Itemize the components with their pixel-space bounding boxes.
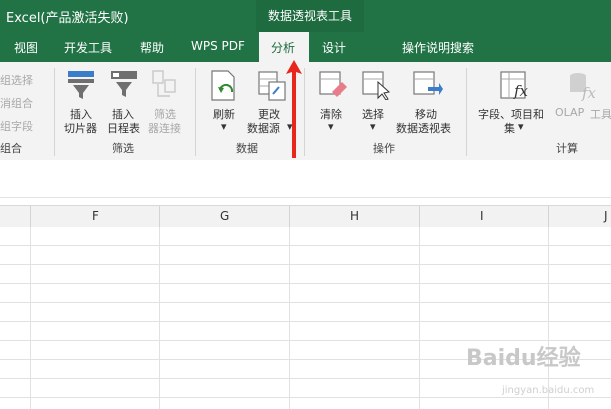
column-divider (548, 206, 549, 227)
svg-text:fx: fx (581, 84, 597, 102)
column-divider (159, 206, 160, 227)
column-header-h[interactable]: H (350, 209, 359, 223)
fields-items-dropdown-caret[interactable]: ▾ (518, 120, 524, 133)
grid-line (159, 227, 160, 409)
tab-developer[interactable]: 开发工具 (64, 39, 112, 56)
select-dropdown-caret[interactable]: ▾ (370, 120, 376, 133)
tab-design[interactable]: 设计 (322, 39, 346, 56)
grid-line (0, 245, 611, 246)
group-separator (466, 68, 467, 156)
column-divider (419, 206, 420, 227)
watermark-brand-suffix: 经验 (536, 346, 581, 371)
change-data-source-label-2: 数据源 (247, 122, 280, 135)
baidu-watermark: Baidu经验 (466, 340, 581, 372)
group-label-data: 数据 (236, 142, 258, 155)
tell-me-search[interactable]: 操作说明搜索 (402, 39, 474, 56)
grid-line (0, 378, 611, 379)
grid-line (0, 321, 611, 322)
annotation-arrow-icon (286, 60, 302, 158)
column-header-j[interactable]: J (604, 209, 608, 223)
column-header-i[interactable]: I (480, 209, 484, 223)
ungroup-button[interactable]: 消组合 (0, 95, 33, 111)
grid-line (0, 264, 611, 265)
select-icon (362, 71, 391, 100)
group-field-button[interactable]: 组字段 (0, 118, 33, 134)
grid-line (548, 227, 549, 409)
window-title: Excel(产品激活失败) (6, 11, 129, 26)
group-label-filter: 筛选 (112, 142, 134, 155)
column-divider (30, 206, 31, 227)
context-tab-group: 数据透视表工具 (256, 0, 364, 32)
title-bar: Excel(产品激活失败) 数据透视表工具 (0, 0, 611, 32)
svg-text:fx: fx (513, 82, 529, 100)
refresh-dropdown-caret[interactable]: ▾ (221, 120, 227, 133)
group-separator (54, 68, 55, 156)
move-pivot-icon (413, 71, 443, 95)
tab-analyze-label: 分析 (271, 41, 296, 55)
context-tab-group-label: 数据透视表工具 (268, 9, 353, 23)
grid-line (0, 283, 611, 284)
column-header-row: F G H I J (0, 205, 611, 228)
timeline-icon (111, 71, 137, 97)
change-source-icon (258, 71, 286, 101)
grid-line (0, 397, 611, 398)
worksheet-grid[interactable] (0, 227, 611, 409)
tab-help[interactable]: 帮助 (140, 39, 164, 56)
fields-items-sets-label-2: 集 (504, 122, 515, 135)
group-separator (195, 68, 196, 156)
formula-bar-area (0, 160, 611, 198)
column-header-f[interactable]: F (92, 209, 99, 223)
column-divider (289, 206, 290, 227)
insert-slicer-label-2: 切片器 (64, 122, 97, 135)
tab-view[interactable]: 视图 (14, 39, 38, 56)
tab-wps-pdf[interactable]: WPS PDF (191, 39, 245, 53)
grid-line (419, 227, 420, 409)
clear-icon (319, 71, 347, 97)
insert-timeline-label-2: 日程表 (107, 122, 140, 135)
olap-tools-button[interactable]: OLAP (555, 106, 584, 119)
group-label-actions: 操作 (373, 142, 395, 155)
watermark-brand: Baidu (466, 346, 537, 371)
column-header-g[interactable]: G (220, 209, 229, 223)
group-label-combine: 组合 (0, 142, 22, 155)
fields-items-sets-icon: fx (500, 71, 529, 100)
group-label-calculations: 计算 (556, 142, 578, 155)
ribbon: 组选择 消组合 组字段 组合 插入 切片器 插入 日程表 筛选 器连接 筛选 刷… (0, 62, 611, 161)
grid-line (289, 227, 290, 409)
slicer-icon (68, 71, 94, 99)
clear-dropdown-caret[interactable]: ▾ (328, 120, 334, 133)
group-selection-button[interactable]: 组选择 (0, 72, 33, 88)
watermark-url: jingyan.baidu.com (502, 385, 595, 396)
filter-connections-label-2: 器连接 (148, 122, 181, 135)
refresh-icon (211, 70, 235, 101)
filter-connections-icon (152, 70, 176, 97)
grid-line (30, 227, 31, 409)
grid-line (0, 302, 611, 303)
olap-tools-label-2: 工具 (590, 108, 611, 121)
group-separator (304, 68, 305, 156)
olap-tools-icon: fx (570, 73, 597, 102)
move-pivot-label-2: 数据透视表 (396, 122, 451, 135)
